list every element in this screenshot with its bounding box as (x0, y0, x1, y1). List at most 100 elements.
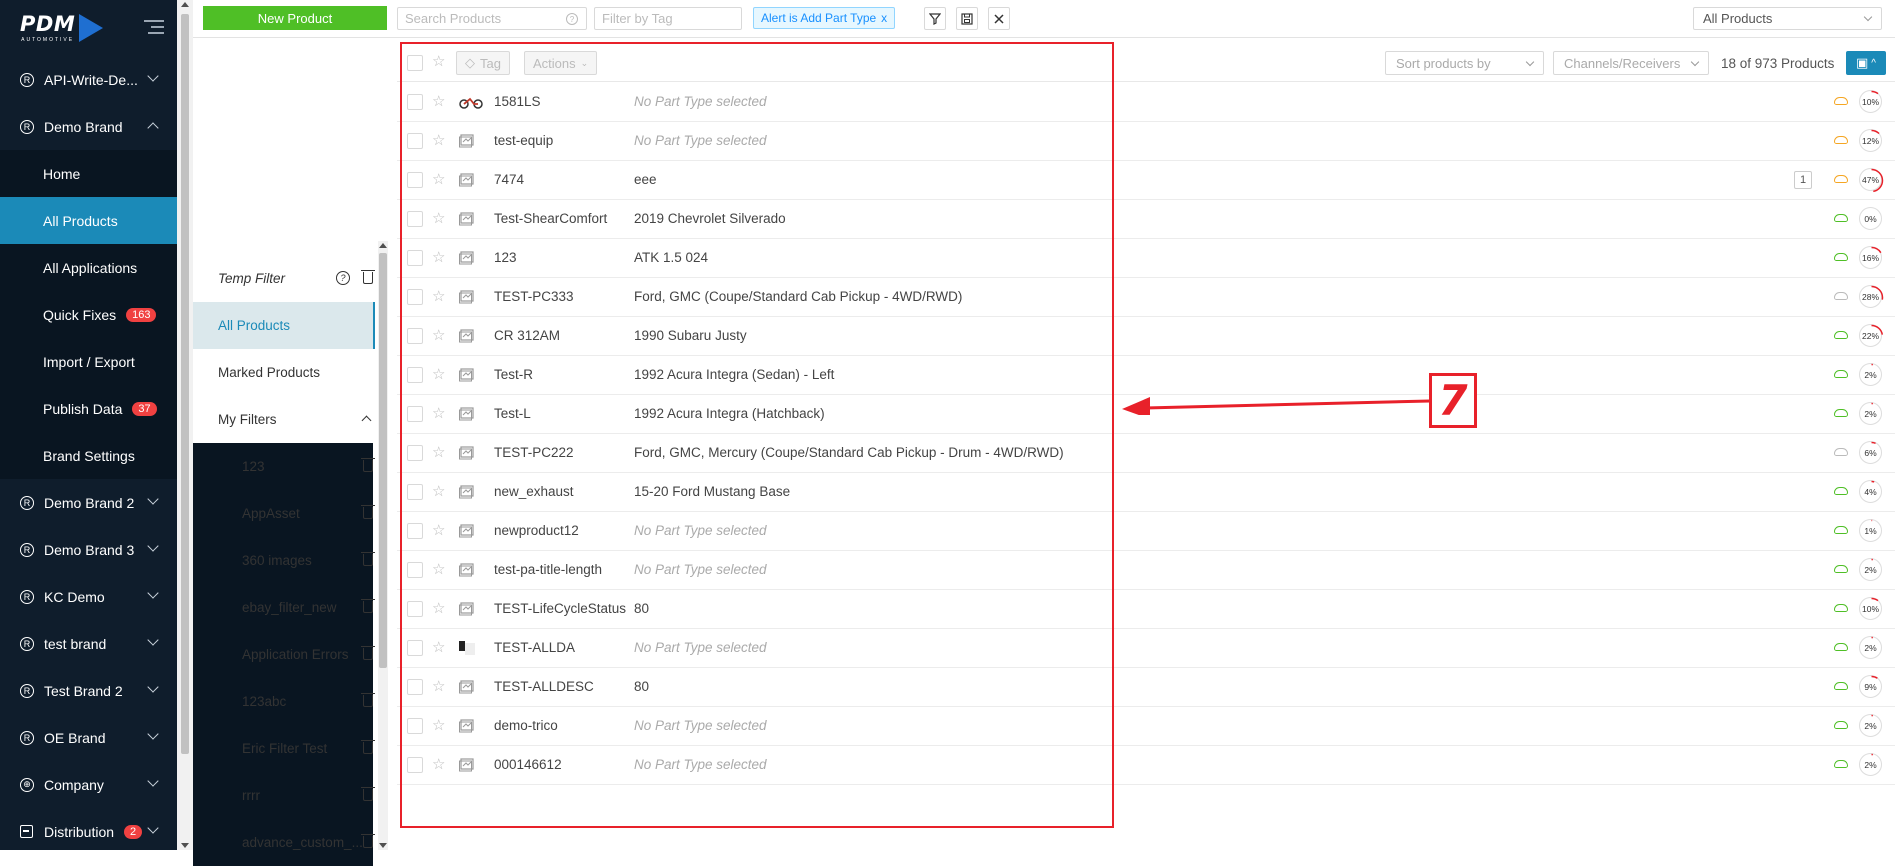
scroll-down-arrow-icon[interactable] (181, 843, 189, 848)
nav-brand-kc-demo[interactable]: R KC Demo (0, 573, 177, 620)
filter-marked-products[interactable]: Marked Products (193, 349, 373, 396)
part-number[interactable]: 1581LS (494, 94, 541, 109)
product-thumbnail-icon[interactable] (459, 329, 475, 343)
nav-item-import-export[interactable]: Import / Export (0, 338, 177, 385)
row-checkbox[interactable] (407, 562, 423, 578)
part-number[interactable]: TEST-PC333 (494, 289, 574, 304)
nav-item-all-applications[interactable]: All Applications (0, 244, 177, 291)
product-row[interactable]: ☆ TEST-PC333 Ford, GMC (Coupe/Standard Cab… (397, 278, 1895, 317)
temp-filter[interactable]: Temp Filter ? (193, 255, 375, 302)
saved-filter-item[interactable]: advance_custom_... (193, 819, 375, 866)
star-icon[interactable]: ☆ (432, 54, 445, 69)
product-thumbnail-icon[interactable] (459, 290, 475, 304)
row-checkbox[interactable] (407, 484, 423, 500)
nav-brand-demo-brand-3[interactable]: R Demo Brand 3 (0, 526, 177, 573)
scroll-up-arrow-icon[interactable] (181, 2, 189, 7)
product-thumbnail-icon[interactable] (459, 446, 475, 460)
saved-filter-item[interactable]: 123abc (193, 678, 375, 725)
nav-item-brand-settings[interactable]: Brand Settings (0, 432, 177, 479)
product-row[interactable]: ☆ TEST-LifeCycleStatus 80 10% (397, 590, 1895, 629)
product-thumbnail-icon[interactable] (459, 407, 475, 421)
trash-icon[interactable] (361, 693, 375, 707)
star-icon[interactable]: ☆ (432, 445, 445, 460)
product-row[interactable]: ☆ test-equip No Part Type selected 12% (397, 122, 1895, 161)
product-thumbnail-icon[interactable] (459, 251, 475, 265)
part-number[interactable]: test-pa-title-length (494, 562, 602, 577)
row-checkbox[interactable] (407, 328, 423, 344)
product-thumbnail-icon[interactable] (459, 212, 475, 226)
nav-brand-test-brand-2[interactable]: R Test Brand 2 (0, 667, 177, 714)
chevron-down-icon[interactable] (147, 540, 159, 552)
row-checkbox[interactable] (407, 406, 423, 422)
actions-button[interactable]: Actions ⌄ (524, 51, 598, 75)
nav-brand-demo-brand-2[interactable]: R Demo Brand 2 (0, 479, 177, 526)
product-row[interactable]: ☆ newproduct12 No Part Type selected 1% (397, 512, 1895, 551)
row-checkbox[interactable] (407, 718, 423, 734)
product-thumbnail-icon[interactable] (459, 641, 475, 655)
help-icon[interactable]: ? (336, 271, 350, 285)
help-icon[interactable]: ? (566, 13, 578, 25)
row-checkbox[interactable] (407, 94, 423, 110)
part-number[interactable]: 000146612 (494, 757, 562, 772)
saved-filter-item[interactable]: ebay_filter_new (193, 584, 375, 631)
part-number[interactable]: TEST-ALLDESC (494, 679, 594, 694)
nav-item-quick-fixes[interactable]: Quick Fixes 163 (0, 291, 177, 338)
product-thumbnail-icon[interactable] (459, 563, 475, 577)
product-row[interactable]: ☆ TEST-ALLDESC 80 9% (397, 668, 1895, 707)
saved-filter-item[interactable]: 360 images (193, 537, 375, 584)
new-product-button[interactable]: New Product (203, 6, 387, 30)
row-checkbox[interactable] (407, 367, 423, 383)
part-number[interactable]: TEST-ALLDA (494, 640, 575, 655)
chevron-up-icon[interactable] (361, 415, 372, 426)
product-thumbnail-icon[interactable] (459, 173, 475, 187)
chevron-down-icon[interactable] (147, 728, 159, 740)
product-row[interactable]: ☆ test-pa-title-length No Part Type select… (397, 551, 1895, 590)
alert-count[interactable]: 1 (1794, 171, 1812, 189)
nav-item-all-products[interactable]: All Products (0, 197, 177, 244)
scroll-down-arrow-icon[interactable] (379, 843, 387, 848)
product-row[interactable]: ☆ 7474 eee 1 47% (397, 161, 1895, 200)
star-icon[interactable]: ☆ (432, 562, 445, 577)
star-icon[interactable]: ☆ (432, 484, 445, 499)
product-row[interactable]: ☆ 000146612 No Part Type selected 2% (397, 746, 1895, 785)
star-icon[interactable]: ☆ (432, 718, 445, 733)
filter-by-tag-input[interactable]: Filter by Tag (594, 7, 742, 30)
product-thumbnail-icon[interactable] (459, 368, 475, 382)
chevron-down-icon[interactable] (147, 587, 159, 599)
star-icon[interactable]: ☆ (432, 601, 445, 616)
scroll-up-arrow-icon[interactable] (379, 243, 387, 248)
product-row[interactable]: ☆ new_exhaust 15-20 Ford Mustang Base 4% (397, 473, 1895, 512)
product-thumbnail-icon[interactable] (459, 602, 475, 616)
star-icon[interactable]: ☆ (432, 250, 445, 265)
part-number[interactable]: TEST-LifeCycleStatus (494, 601, 626, 616)
star-icon[interactable]: ☆ (432, 367, 445, 382)
part-number[interactable]: Test-R (494, 367, 533, 382)
row-checkbox[interactable] (407, 679, 423, 695)
nav-item-home[interactable]: Home (0, 150, 177, 197)
menu-collapse-icon[interactable] (144, 20, 164, 36)
product-thumbnail-icon[interactable] (459, 485, 475, 499)
nav-item-publish-data[interactable]: Publish Data 37 (0, 385, 177, 432)
part-number[interactable]: demo-trico (494, 718, 558, 733)
trash-icon[interactable] (361, 552, 375, 566)
chevron-up-icon[interactable] (147, 122, 159, 134)
trash-icon[interactable] (361, 505, 375, 519)
clear-filter-button[interactable] (988, 7, 1010, 30)
row-checkbox[interactable] (407, 640, 423, 656)
nav-brand-demo-brand[interactable]: R Demo Brand (0, 103, 177, 150)
nav-brand-api-write-de[interactable]: R API-Write-De... (0, 56, 177, 103)
chevron-down-icon[interactable] (147, 681, 159, 693)
star-icon[interactable]: ☆ (432, 328, 445, 343)
part-number[interactable]: Test-L (494, 406, 531, 421)
star-icon[interactable]: ☆ (432, 94, 445, 109)
star-icon[interactable]: ☆ (432, 211, 445, 226)
star-icon[interactable]: ☆ (432, 133, 445, 148)
star-icon[interactable]: ☆ (432, 757, 445, 772)
filter-scrollbar[interactable] (378, 241, 388, 850)
chevron-down-icon[interactable] (147, 70, 159, 82)
row-checkbox[interactable] (407, 757, 423, 773)
part-number[interactable]: 123 (494, 250, 517, 265)
row-checkbox[interactable] (407, 445, 423, 461)
trash-icon[interactable] (361, 646, 375, 660)
product-row[interactable]: ☆ TEST-ALLDA No Part Type selected 2% (397, 629, 1895, 668)
